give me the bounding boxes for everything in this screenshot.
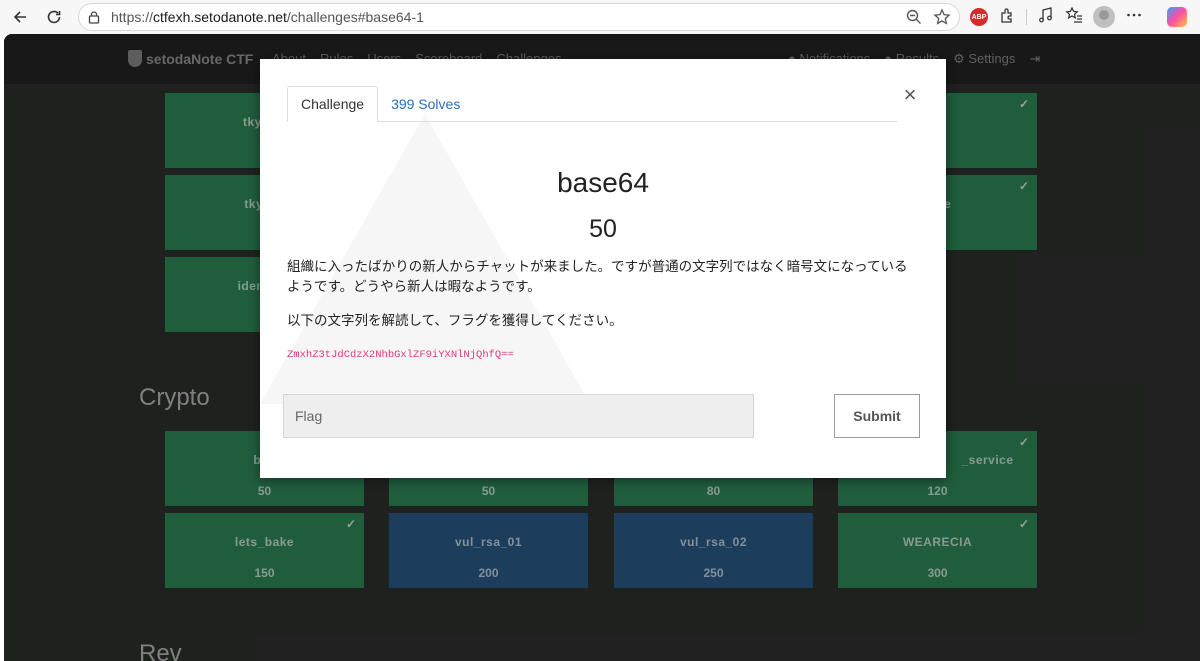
challenge-description: 組織に入ったばかりの新人からチャットが来ました。ですが普通の文字列ではなく暗号文… (287, 257, 917, 345)
tab-challenge[interactable]: Challenge (287, 86, 379, 122)
back-icon[interactable] (6, 3, 34, 31)
ciphertext-code: ZmxhZ3tJdCdzX2NhbGxlZF9iYXNlNjQhfQ== (287, 349, 514, 361)
submit-button[interactable]: Submit (834, 394, 920, 438)
extensions-icon[interactable] (998, 6, 1016, 29)
media-icon[interactable] (1037, 6, 1055, 29)
url-text: https://ctfexh.setodanote.net/challenges… (111, 9, 424, 25)
copilot-icon[interactable] (1167, 7, 1187, 27)
adblock-icon[interactable]: ABP (970, 8, 988, 26)
refresh-icon[interactable] (40, 3, 68, 31)
page-viewport: setodaNote CTF About Rules Users Scorebo… (4, 34, 1200, 661)
description-paragraph: 組織に入ったばかりの新人からチャットが来ました。ですが普通の文字列ではなく暗号文… (287, 259, 908, 294)
tab-solves[interactable]: 399 Solves (378, 86, 473, 122)
url-prefix: https:// (111, 9, 154, 25)
favorites-list-icon[interactable] (1065, 6, 1083, 29)
lock-icon[interactable] (87, 10, 101, 24)
address-bar[interactable]: https://ctfexh.setodanote.net/challenges… (78, 3, 960, 31)
favorite-star-icon[interactable] (933, 8, 951, 31)
close-icon[interactable]: × (899, 84, 921, 106)
description-paragraph: 以下の文字列を解読して、フラグを獲得してください。 (287, 313, 623, 328)
challenge-name: base64 (557, 167, 649, 198)
url-path: /challenges#base64-1 (286, 9, 424, 25)
flag-input[interactable] (283, 394, 754, 438)
browser-toolbar: https://ctfexh.setodanote.net/challenges… (0, 0, 1200, 34)
profile-avatar-icon[interactable] (1093, 6, 1115, 28)
more-menu-icon[interactable] (1125, 6, 1143, 29)
challenge-value: 50 (589, 215, 617, 243)
modal-tabs: Challenge 399 Solves (287, 86, 897, 122)
url-host: ctfexh.setodanote.net (153, 9, 287, 25)
challenge-modal: Challenge 399 Solves × base64 50 組織に入ったば… (260, 59, 946, 478)
zoom-icon[interactable] (905, 8, 923, 31)
